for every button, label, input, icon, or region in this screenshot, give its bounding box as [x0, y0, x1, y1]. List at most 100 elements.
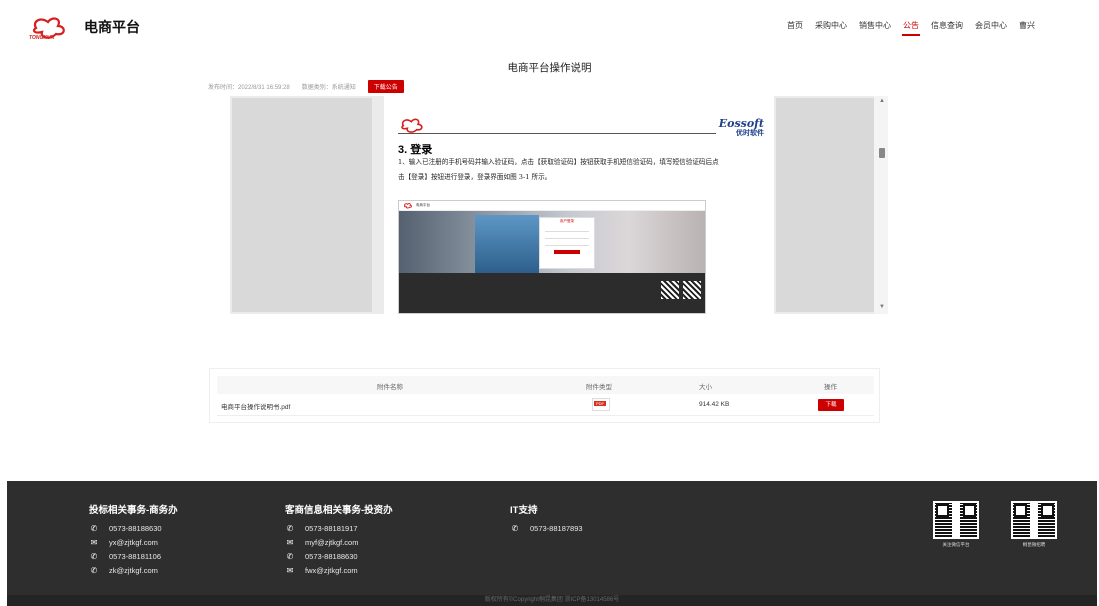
shot-field — [545, 228, 589, 232]
doc-brand: Eossoft 优时软件 — [719, 118, 764, 136]
qr-caption: 桐昆微招聘 — [1022, 542, 1046, 547]
shot-qr-icon — [661, 281, 679, 299]
footer: 投标相关事务-商务办 ✆ 0573-88188630 ✉ yx@zjtkgf.com… — [7, 481, 1097, 606]
footer-col-title: IT支持 — [510, 505, 538, 516]
contact-line: ✉ fwx@zjtkgf.com — [285, 563, 393, 577]
nav-info-query[interactable]: 信息查询 — [925, 20, 969, 31]
scroll-up-icon[interactable]: ▲ — [879, 98, 885, 104]
contact-text: 0573-88187893 — [530, 523, 583, 533]
shot-qr-icon — [683, 281, 701, 299]
shot-hero: 用户登录 — [399, 211, 705, 273]
contact-text[interactable]: zk@zjtkgf.com — [109, 566, 158, 575]
phone-icon: ✆ — [90, 565, 98, 575]
footer-col-business: 投标相关事务-商务办 ✆ 0573-88188630 ✉ yx@zjtkgf.com… — [89, 502, 178, 577]
footer-col-title: 客商信息相关事务-投资办 — [285, 505, 393, 516]
nav-member-center[interactable]: 会员中心 — [969, 20, 1013, 31]
viewer-margin-right — [776, 98, 874, 312]
shot-login-box: 用户登录 — [539, 217, 595, 269]
qr-caption: 关注微信平台 — [942, 542, 970, 547]
doc-paragraph: 1、输入已注册的手机号码并输入验证码，点击【获取验证码】按钮获取手机短信验证码，… — [398, 158, 719, 181]
qr-code-icon — [1013, 503, 1055, 537]
shot-login-button — [554, 250, 580, 254]
page-title: 电商平台操作说明 — [507, 62, 592, 74]
contact-text: 0573-88188630 — [109, 523, 162, 533]
attachment-size: 914.42 KB — [699, 401, 730, 408]
contact-line: ✆ 0573-88187893 — [510, 521, 583, 535]
contact-line: ✆ 0573-88188630 — [89, 521, 178, 535]
svg-text:TONGKUN: TONGKUN — [29, 35, 55, 40]
phone-icon: ✆ — [286, 551, 294, 561]
table-row: 电商平台操作说明书.pdf 914.42 KB 下载 — [217, 396, 874, 416]
scroll-down-icon[interactable]: ▼ — [879, 304, 885, 310]
scrollbar-thumb[interactable] — [879, 148, 885, 158]
pdf-viewer[interactable]: Eossoft 优时软件 3. 登录 1、输入已注册的手机号码并输入验证码，点击… — [230, 96, 888, 314]
col-size: 大小 — [699, 384, 712, 391]
mail-icon: ✉ — [90, 537, 98, 547]
qr-recruit: 桐昆微招聘 — [1011, 501, 1057, 548]
col-name: 附件名称 — [377, 384, 403, 391]
footer-col-it: IT支持 ✆ 0573-88187893 — [510, 502, 583, 535]
col-action: 操作 — [824, 384, 837, 391]
main-nav: 首页 采购中心 销售中心 公告 信息查询 会员中心 曹兴 — [781, 20, 1041, 36]
footer-col-investment: 客商信息相关事务-投资办 ✆ 0573-88181917 ✉ myf@zjtkgf.… — [285, 502, 393, 577]
phone-icon: ✆ — [90, 523, 98, 533]
table-header: 附件名称 附件类型 大小 操作 — [217, 376, 874, 394]
copyright: 版权所有©Copyright桐昆集团 浙ICP备13014586号 — [7, 595, 1097, 606]
login-screenshot: 电商平台 用户登录 — [398, 200, 706, 314]
page: TONGKUN 电商平台 首页 采购中心 销售中心 公告 信息查询 会员中心 曹… — [0, 0, 1099, 606]
contact-line: ✆ 0573-88181917 — [285, 521, 393, 535]
contact-text: 0573-88181106 — [109, 551, 161, 561]
shot-login-title: 用户登录 — [560, 219, 574, 223]
nav-user[interactable]: 曹兴 — [1013, 20, 1041, 31]
contact-line: ✆ 0573-88181106 — [89, 549, 178, 563]
shot-footer — [399, 273, 705, 313]
nav-notice[interactable]: 公告 — [897, 20, 925, 36]
contact-text: 0573-88181917 — [305, 523, 358, 533]
shot-field — [545, 235, 589, 239]
col-type: 附件类型 — [586, 384, 612, 391]
contact-line: ✆ zk@zjtkgf.com — [89, 563, 178, 577]
notice-meta: 发布时间：2022/8/31 16:59:28 数据类别：系统通知 下载公告 — [208, 80, 404, 93]
contact-text: 0573-88188630 — [305, 551, 358, 561]
shot-field — [545, 242, 589, 246]
contact-text[interactable]: myf@zjtkgf.com — [305, 538, 358, 547]
pdf-page: Eossoft 优时软件 3. 登录 1、输入已注册的手机号码并输入验证码，点击… — [384, 96, 774, 314]
phone-icon: ✆ — [90, 551, 98, 561]
doc-header-rule — [398, 114, 716, 134]
qr-code-icon — [935, 503, 977, 537]
tongkun-logo-icon: TONGKUN — [29, 17, 65, 40]
qr-frame — [1011, 501, 1057, 539]
shot-topbar: 电商平台 — [399, 201, 705, 211]
attachments-table: 附件名称 附件类型 大小 操作 电商平台操作说明书.pdf 914.42 KB … — [209, 368, 880, 423]
contact-line: ✉ yx@zjtkgf.com — [89, 535, 178, 549]
shot-building-image — [475, 215, 539, 273]
nav-home[interactable]: 首页 — [781, 20, 809, 31]
contact-line: ✆ 0573-88188630 — [285, 549, 393, 563]
shot-logo-icon — [403, 203, 412, 209]
viewer-scrollbar[interactable]: ▲ ▼ — [874, 96, 888, 314]
download-button[interactable]: 下载 — [818, 399, 844, 411]
mail-icon: ✉ — [286, 565, 294, 575]
pdf-icon — [592, 398, 610, 411]
notice-category: 数据类别：系统通知 — [301, 85, 356, 91]
contact-text[interactable]: fwx@zjtkgf.com — [305, 566, 358, 575]
footer-col-title: 投标相关事务-商务办 — [89, 505, 178, 516]
shot-logo-text: 电商平台 — [416, 203, 430, 207]
qr-frame — [933, 501, 979, 539]
header: TONGKUN 电商平台 首页 采购中心 销售中心 公告 信息查询 会员中心 曹… — [0, 0, 1099, 52]
phone-icon: ✆ — [286, 523, 294, 533]
download-notice-button[interactable]: 下载公告 — [367, 80, 404, 93]
phone-icon: ✆ — [511, 523, 519, 533]
doc-brand-cn: 优时软件 — [736, 128, 764, 137]
viewer-margin-left — [232, 98, 372, 312]
publish-time: 发布时间：2022/8/31 16:59:28 — [208, 85, 290, 91]
nav-procurement[interactable]: 采购中心 — [809, 20, 853, 31]
contact-line: ✉ myf@zjtkgf.com — [285, 535, 393, 549]
nav-sales[interactable]: 销售中心 — [853, 20, 897, 31]
mail-icon: ✉ — [286, 537, 294, 547]
logo[interactable]: TONGKUN 电商平台 — [28, 14, 140, 40]
contact-text[interactable]: yx@zjtkgf.com — [109, 538, 158, 547]
qr-wechat: 关注微信平台 — [933, 501, 979, 548]
site-title: 电商平台 — [84, 19, 140, 35]
attachment-name[interactable]: 电商平台操作说明书.pdf — [221, 401, 290, 411]
